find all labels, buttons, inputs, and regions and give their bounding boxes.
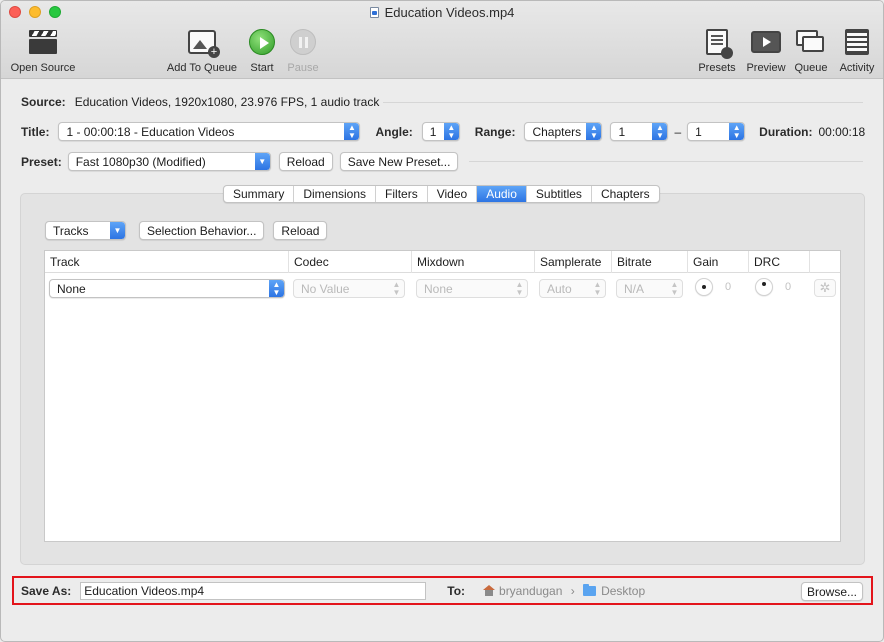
chevron-down-icon: ▼	[254, 153, 270, 170]
clapperboard-icon	[28, 30, 58, 54]
column-header-samplerate[interactable]: Samplerate	[534, 251, 611, 273]
column-header-codec[interactable]: Codec	[288, 251, 411, 273]
track-select[interactable]: None ▲ ▼	[49, 279, 285, 298]
queue-stack-icon	[796, 30, 826, 54]
table-header: Track Codec Mixdown Samplerate Bitrate G…	[45, 251, 840, 273]
destination-path[interactable]: bryandugan › Desktop	[483, 584, 645, 598]
open-source-button[interactable]: Open Source	[9, 27, 77, 74]
range-start-select[interactable]: 1 ▲ ▼	[610, 122, 669, 141]
mixdown-select[interactable]: None ▲ ▼	[416, 279, 528, 298]
drc-value: 0	[785, 281, 792, 293]
column-header-bitrate[interactable]: Bitrate	[611, 251, 687, 273]
pause-button[interactable]: Pause	[285, 27, 321, 74]
preset-label: Preset:	[21, 154, 62, 169]
audio-controls: Tracks ▼ Selection Behavior... Reload	[45, 221, 328, 240]
preset-select[interactable]: Fast 1080p30 (Modified) ▼	[67, 152, 271, 171]
tracks-menu[interactable]: Tracks ▼	[45, 221, 126, 240]
angle-select[interactable]: 1 ▲ ▼	[421, 122, 460, 141]
browse-button[interactable]: Browse...	[801, 582, 863, 601]
column-header-mixdown[interactable]: Mixdown	[411, 251, 534, 273]
source-info: Education Videos, 1920x1080, 23.976 FPS,…	[74, 95, 380, 109]
title-bar: Education Videos.mp4 Open Source + Add T…	[1, 1, 883, 79]
bitrate-select[interactable]: N/A ▲ ▼	[616, 279, 683, 298]
codec-select[interactable]: No Value ▲ ▼	[293, 279, 405, 298]
audio-tracks-table: Track Codec Mixdown Samplerate Bitrate G…	[44, 250, 841, 542]
chevron-updown-icon: ▲ ▼	[344, 123, 360, 140]
chevron-down-icon: ▼	[110, 222, 125, 239]
gain-knob[interactable]	[695, 278, 713, 296]
home-icon	[483, 585, 496, 596]
range-label: Range:	[474, 124, 516, 139]
range-end-select[interactable]: 1 ▲ ▼	[687, 122, 746, 141]
preset-row: Preset: Fast 1080p30 (Modified) ▼ Reload…	[21, 152, 459, 171]
presets-button[interactable]: Presets	[697, 27, 737, 74]
gain-value: 0	[725, 281, 732, 293]
drc-knob[interactable]	[755, 278, 773, 296]
save-row: Save As: Education Videos.mp4 To: bryand…	[21, 582, 645, 600]
chevron-updown-icon: ▲ ▼	[593, 279, 602, 297]
chevron-updown-icon: ▲ ▼	[670, 279, 679, 297]
gain-control: 0	[695, 278, 731, 296]
preview-screen-icon	[751, 31, 781, 53]
divider	[469, 161, 863, 162]
source-label: Source:	[21, 95, 66, 109]
add-to-queue-button[interactable]: + Add To Queue	[165, 27, 239, 74]
chevron-updown-icon: ▲ ▼	[652, 123, 668, 140]
add-image-icon: +	[188, 30, 220, 58]
chevron-updown-icon: ▲ ▼	[729, 123, 745, 140]
range-type-select[interactable]: Chapters ▲ ▼	[524, 122, 603, 141]
folder-icon	[583, 584, 597, 596]
presets-document-icon	[706, 29, 733, 59]
save-new-preset-button[interactable]: Save New Preset...	[339, 152, 459, 171]
divider	[383, 102, 863, 103]
activity-log-icon	[845, 29, 869, 55]
save-as-label: Save As:	[21, 584, 72, 598]
window-title: Education Videos.mp4	[1, 5, 883, 20]
tab-chapters[interactable]: Chapters	[592, 186, 659, 202]
samplerate-select[interactable]: Auto ▲ ▼	[539, 279, 606, 298]
chevron-updown-icon: ▲ ▼	[269, 280, 284, 297]
tab-video[interactable]: Video	[428, 186, 478, 202]
tab-summary[interactable]: Summary	[224, 186, 295, 202]
tab-bar: Summary Dimensions Filters Video Audio S…	[223, 185, 660, 203]
title-select[interactable]: 1 - 00:00:18 - Education Videos ▲ ▼	[58, 122, 361, 141]
pause-icon	[290, 29, 316, 55]
source-row: Source: Education Videos, 1920x1080, 23.…	[21, 95, 379, 109]
chevron-updown-icon: ▲ ▼	[392, 279, 401, 297]
column-header-settings	[809, 251, 840, 273]
column-header-track[interactable]: Track	[45, 251, 288, 273]
duration-value: 00:00:18	[818, 124, 866, 139]
tab-filters[interactable]: Filters	[376, 186, 428, 202]
tab-audio[interactable]: Audio	[477, 186, 527, 202]
tab-dimensions[interactable]: Dimensions	[294, 186, 377, 202]
drc-control: 0	[755, 278, 791, 296]
preview-button[interactable]: Preview	[745, 27, 787, 74]
audio-reload-button[interactable]: Reload	[273, 221, 328, 240]
range-dash: –	[674, 124, 682, 139]
play-icon	[249, 29, 275, 55]
title-label: Title:	[21, 124, 50, 139]
track-settings-gear-icon[interactable]: ✲	[814, 279, 836, 297]
to-label: To:	[447, 584, 466, 598]
title-row: Title: 1 - 00:00:18 - Education Videos ▲…	[21, 122, 865, 141]
activity-button[interactable]: Activity	[836, 27, 878, 74]
selection-behavior-button[interactable]: Selection Behavior...	[139, 221, 265, 240]
column-header-drc[interactable]: DRC	[748, 251, 809, 273]
column-header-gain[interactable]: Gain	[687, 251, 748, 273]
chevron-updown-icon: ▲ ▼	[515, 279, 524, 297]
angle-label: Angle:	[375, 124, 413, 139]
chevron-updown-icon: ▲ ▼	[586, 123, 602, 140]
save-filename-field[interactable]: Education Videos.mp4	[80, 582, 427, 600]
start-button[interactable]: Start	[247, 27, 277, 74]
preset-reload-button[interactable]: Reload	[278, 152, 333, 171]
queue-button[interactable]: Queue	[793, 27, 829, 74]
handbrake-window: Education Videos.mp4 Open Source + Add T…	[0, 0, 884, 642]
document-icon	[369, 7, 379, 18]
chevron-updown-icon: ▲ ▼	[443, 123, 459, 140]
tab-subtitles[interactable]: Subtitles	[527, 186, 592, 202]
duration-label: Duration:	[759, 124, 813, 139]
